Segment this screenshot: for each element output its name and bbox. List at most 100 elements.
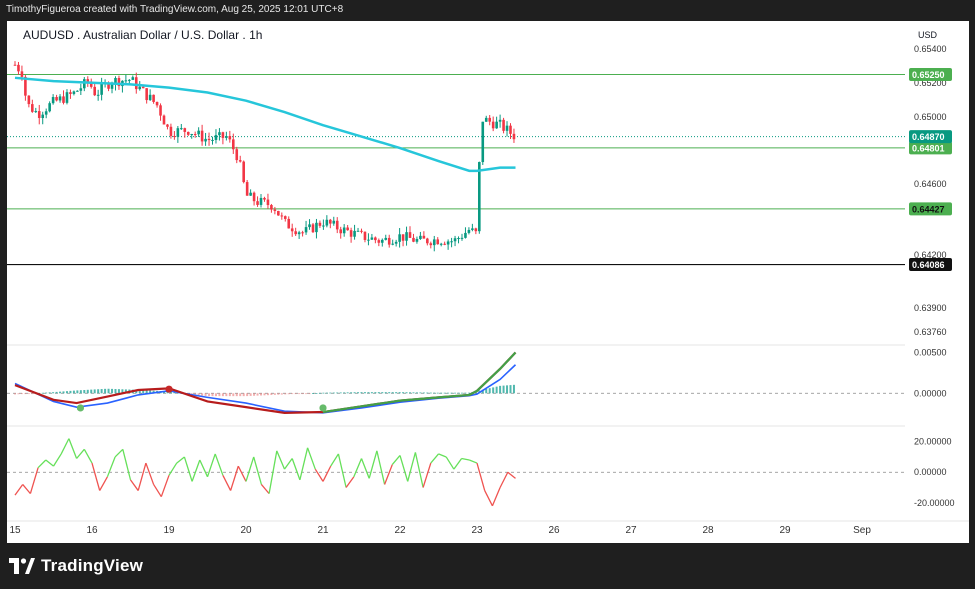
candle-body[interactable] — [394, 241, 398, 244]
candle-body[interactable] — [51, 97, 55, 104]
candle-body[interactable] — [498, 119, 502, 122]
macd-line[interactable] — [14, 351, 517, 414]
candle-body[interactable] — [426, 238, 429, 244]
candle-body[interactable] — [471, 228, 474, 230]
candle-body[interactable] — [193, 134, 197, 136]
candle-body[interactable] — [266, 199, 270, 206]
candle-body[interactable] — [405, 232, 408, 241]
candle-body[interactable] — [20, 71, 24, 77]
candle-body[interactable] — [186, 131, 190, 135]
candle-body[interactable] — [419, 235, 422, 239]
candle-body[interactable] — [55, 97, 58, 101]
candle-body[interactable] — [301, 232, 304, 234]
candle-body[interactable] — [214, 135, 218, 140]
candle-body[interactable] — [79, 88, 83, 91]
candle-body[interactable] — [481, 121, 485, 163]
candle-body[interactable] — [238, 160, 242, 162]
macd-line-rising[interactable] — [322, 351, 517, 414]
candle-body[interactable] — [200, 130, 204, 142]
candle-body[interactable] — [401, 234, 405, 241]
candle-body[interactable] — [17, 64, 20, 72]
candle-body[interactable] — [415, 238, 419, 242]
candle-body[interactable] — [197, 130, 200, 135]
candle-body[interactable] — [436, 239, 440, 245]
candle-body[interactable] — [141, 86, 145, 89]
macd-cross-marker[interactable] — [319, 404, 327, 412]
candle-body[interactable] — [235, 149, 239, 161]
candle-body[interactable] — [374, 237, 377, 241]
candle-body[interactable] — [34, 111, 38, 113]
candle-body[interactable] — [110, 84, 114, 89]
candle-body[interactable] — [69, 92, 72, 94]
candle-body[interactable] — [83, 79, 86, 89]
candle-body[interactable] — [72, 91, 76, 94]
candle-body[interactable] — [159, 105, 162, 116]
candle-body[interactable] — [221, 132, 225, 138]
candle-body[interactable] — [335, 220, 339, 230]
candle-body[interactable] — [329, 219, 332, 224]
candle-body[interactable] — [360, 230, 363, 232]
candle-body[interactable] — [495, 121, 498, 129]
candle-body[interactable] — [249, 192, 252, 196]
candle-body[interactable] — [318, 222, 322, 226]
candle-body[interactable] — [398, 234, 401, 242]
candle-body[interactable] — [391, 243, 394, 245]
candle-body[interactable] — [342, 227, 346, 234]
candle-body[interactable] — [380, 239, 384, 243]
candle-body[interactable] — [502, 119, 505, 131]
candle-body[interactable] — [311, 224, 315, 233]
candle-body[interactable] — [93, 86, 96, 96]
candle-body[interactable] — [65, 92, 69, 103]
candle-body[interactable] — [37, 111, 41, 119]
candle-body[interactable] — [322, 225, 325, 227]
candle-body[interactable] — [484, 117, 488, 122]
candle-body[interactable] — [408, 232, 412, 238]
candle-body[interactable] — [41, 114, 45, 119]
candle-body[interactable] — [443, 243, 446, 245]
candle-body[interactable] — [152, 94, 155, 102]
candle-body[interactable] — [145, 88, 148, 101]
candle-body[interactable] — [169, 126, 173, 136]
chart-panel[interactable]: AUDUSD . Australian Dollar / U.S. Dollar… — [7, 21, 969, 543]
candle-body[interactable] — [387, 237, 391, 245]
candle-body[interactable] — [346, 227, 349, 231]
macd-cross-marker[interactable] — [76, 404, 85, 412]
candle-body[interactable] — [204, 138, 207, 142]
candle-body[interactable] — [339, 229, 343, 234]
candle-body[interactable] — [474, 228, 478, 232]
candle-body[interactable] — [211, 139, 214, 141]
candle-body[interactable] — [31, 104, 34, 112]
candle-body[interactable] — [315, 222, 318, 233]
candle-body[interactable] — [13, 64, 17, 66]
candle-body[interactable] — [478, 162, 481, 232]
candle-body[interactable] — [460, 237, 464, 239]
macd-cross-marker[interactable] — [165, 385, 173, 393]
candle-body[interactable] — [509, 125, 512, 134]
candle-body[interactable] — [356, 230, 360, 232]
candle-body[interactable] — [283, 216, 287, 219]
candle-body[interactable] — [228, 136, 232, 140]
candle-body[interactable] — [245, 182, 249, 196]
candle-body[interactable] — [100, 83, 103, 95]
candle-body[interactable] — [180, 128, 183, 130]
candle-body[interactable] — [457, 238, 460, 240]
candle-body[interactable] — [128, 79, 131, 81]
candle-body[interactable] — [280, 215, 284, 217]
candle-body[interactable] — [166, 124, 169, 127]
candle-body[interactable] — [464, 232, 467, 238]
candle-body[interactable] — [304, 227, 308, 233]
candle-body[interactable] — [370, 237, 374, 240]
candle-body[interactable] — [512, 133, 516, 140]
candle-body[interactable] — [183, 128, 187, 132]
candle-body[interactable] — [218, 132, 221, 136]
candle-body[interactable] — [429, 243, 433, 246]
candle-body[interactable] — [242, 161, 245, 183]
candle-body[interactable] — [488, 117, 492, 122]
candle-body[interactable] — [297, 232, 301, 235]
candle-body[interactable] — [377, 240, 381, 243]
candle-body[interactable] — [294, 231, 297, 235]
candle-body[interactable] — [207, 138, 211, 141]
candle-body[interactable] — [491, 121, 495, 129]
candle-body[interactable] — [353, 230, 356, 237]
candle-body[interactable] — [505, 125, 509, 131]
